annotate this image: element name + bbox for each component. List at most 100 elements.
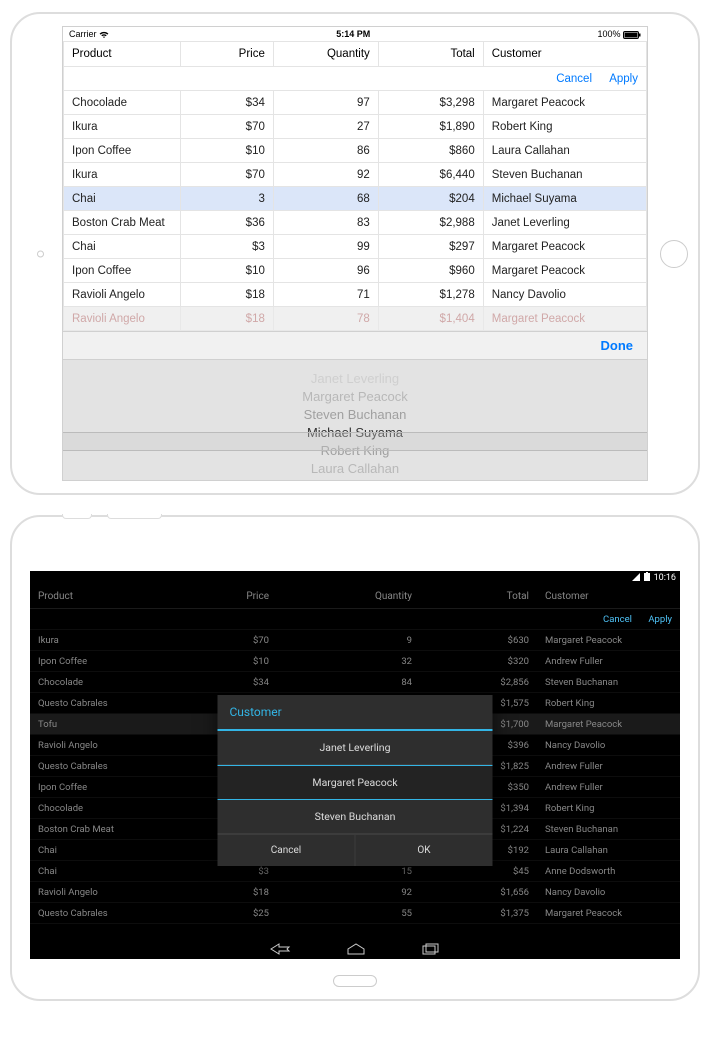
cell-product[interactable]: Ipon Coffee [30, 777, 180, 798]
cell-price[interactable]: $3 [180, 235, 273, 259]
table-row[interactable]: Ravioli Angelo$1871$1,278Nancy Davolio [64, 283, 647, 307]
cell-quantity[interactable]: 83 [273, 211, 378, 235]
cell-product[interactable]: Chai [64, 187, 181, 211]
cell-product[interactable]: Ipon Coffee [64, 139, 181, 163]
home-button[interactable] [333, 975, 377, 987]
cell-customer[interactable]: Steven Buchanan [537, 819, 680, 840]
home-button[interactable] [660, 240, 688, 268]
dialog-ok-button[interactable]: OK [356, 834, 493, 866]
apply-button[interactable]: Apply [648, 614, 672, 625]
cell-product[interactable]: Ipon Coffee [30, 651, 180, 672]
cell-customer[interactable]: Steven Buchanan [537, 672, 680, 693]
cell-customer[interactable]: Laura Callahan [483, 139, 646, 163]
dialog-cancel-button[interactable]: Cancel [218, 834, 356, 866]
table-row[interactable]: Ipon Coffee$1032$320Andrew Fuller [30, 651, 680, 672]
cell-total[interactable]: $1,890 [378, 115, 483, 139]
cell-product[interactable]: Questo Cabrales [30, 693, 180, 714]
picker-option[interactable]: Anne Dodsworth [63, 478, 647, 481]
cell-price[interactable]: $70 [180, 115, 273, 139]
col-price[interactable]: Price [180, 42, 273, 67]
cell-customer[interactable]: Robert King [483, 115, 646, 139]
cell-total[interactable]: $1,656 [420, 882, 537, 903]
cell-quantity[interactable]: 68 [273, 187, 378, 211]
cell-quantity[interactable]: 99 [273, 235, 378, 259]
cell-price[interactable]: $10 [180, 259, 273, 283]
cell-quantity[interactable]: 92 [273, 163, 378, 187]
cell-price[interactable]: $18 [180, 882, 278, 903]
cell-price[interactable]: $36 [180, 211, 273, 235]
cell-customer[interactable]: Margaret Peacock [537, 903, 680, 924]
cell-customer[interactable]: Robert King [537, 798, 680, 819]
cell-total[interactable]: $2,856 [420, 672, 537, 693]
cancel-button[interactable]: Cancel [603, 614, 632, 625]
cell-price[interactable]: $10 [180, 651, 278, 672]
cell-product[interactable]: Chocolade [30, 672, 180, 693]
cell-customer[interactable]: Nancy Davolio [537, 882, 680, 903]
dialog-option[interactable]: Janet Leverling [218, 731, 493, 765]
cell-total[interactable]: $297 [378, 235, 483, 259]
cell-product[interactable]: Ikura [64, 163, 181, 187]
cell-total[interactable]: $960 [378, 259, 483, 283]
cell-product[interactable]: Chocolade [30, 798, 180, 819]
cell-quantity[interactable]: 9 [277, 630, 420, 651]
cell-total[interactable]: $1,278 [378, 283, 483, 307]
cell-quantity[interactable]: 27 [273, 115, 378, 139]
col-product[interactable]: Product [30, 585, 180, 609]
cell-customer[interactable]: Margaret Peacock [483, 235, 646, 259]
table-row[interactable]: Chocolade$3497$3,298Margaret Peacock [64, 91, 647, 115]
cell-price[interactable]: $18 [180, 283, 273, 307]
cell-price[interactable]: $10 [180, 139, 273, 163]
cell-quantity[interactable]: 86 [273, 139, 378, 163]
table-row[interactable]: Boston Crab Meat$3683$2,988Janet Leverli… [64, 211, 647, 235]
cell-quantity[interactable]: 96 [273, 259, 378, 283]
cell-quantity[interactable]: 97 [273, 91, 378, 115]
cell-customer[interactable]: Nancy Davolio [537, 735, 680, 756]
col-total[interactable]: Total [420, 585, 537, 609]
cell-product[interactable]: Boston Crab Meat [64, 211, 181, 235]
cell-total[interactable]: $320 [420, 651, 537, 672]
done-button[interactable]: Done [601, 338, 634, 353]
cell-quantity[interactable]: 32 [277, 651, 420, 672]
apply-button[interactable]: Apply [609, 73, 638, 85]
cell-price[interactable]: $70 [180, 630, 278, 651]
table-row[interactable]: Ikura$7027$1,890Robert King [64, 115, 647, 139]
cell-total[interactable]: $2,988 [378, 211, 483, 235]
cell-product[interactable]: Ravioli Angelo [64, 283, 181, 307]
cell-product[interactable]: Ravioli Angelo [30, 735, 180, 756]
cancel-button[interactable]: Cancel [556, 73, 592, 85]
dialog-option[interactable]: Steven Buchanan [218, 800, 493, 834]
cell-price[interactable]: 3 [180, 187, 273, 211]
table-row[interactable]: Ipon Coffee$1096$960Margaret Peacock [64, 259, 647, 283]
table-row[interactable]: Chai368$204Michael Suyama [64, 187, 647, 211]
cell-customer[interactable]: Margaret Peacock [537, 714, 680, 735]
customer-picker-wheel[interactable]: Janet Leverling Margaret Peacock Steven … [63, 360, 647, 481]
cell-price[interactable]: $25 [180, 903, 278, 924]
col-product[interactable]: Product [64, 42, 181, 67]
cell-customer[interactable]: Robert King [537, 693, 680, 714]
col-customer[interactable]: Customer [483, 42, 646, 67]
cell-customer[interactable]: Andrew Fuller [537, 777, 680, 798]
cell-product[interactable]: Chai [30, 861, 180, 882]
cell-total[interactable]: $860 [378, 139, 483, 163]
cell-customer[interactable]: Margaret Peacock [483, 259, 646, 283]
home-icon[interactable] [346, 943, 366, 955]
cell-customer[interactable]: Michael Suyama [483, 187, 646, 211]
back-icon[interactable] [269, 943, 291, 955]
col-customer[interactable]: Customer [537, 585, 680, 609]
cell-customer[interactable]: Janet Leverling [483, 211, 646, 235]
cell-product[interactable]: Questo Cabrales [30, 756, 180, 777]
cell-price[interactable]: $34 [180, 672, 278, 693]
recents-icon[interactable] [421, 943, 441, 955]
table-row[interactable]: Chai$399$297Margaret Peacock [64, 235, 647, 259]
cell-quantity[interactable]: 55 [277, 903, 420, 924]
table-row[interactable]: Ravioli Angelo$1892$1,656Nancy Davolio [30, 882, 680, 903]
cell-product[interactable]: Ikura [30, 630, 180, 651]
col-quantity[interactable]: Quantity [273, 42, 378, 67]
table-row[interactable]: Questo Cabrales$2555$1,375Margaret Peaco… [30, 903, 680, 924]
picker-option[interactable]: Margaret Peacock [63, 388, 647, 406]
picker-option-selected[interactable]: Michael Suyama [63, 424, 647, 442]
cell-price[interactable]: $34 [180, 91, 273, 115]
col-total[interactable]: Total [378, 42, 483, 67]
cell-product[interactable]: Tofu [30, 714, 180, 735]
cell-product[interactable]: Chocolade [64, 91, 181, 115]
